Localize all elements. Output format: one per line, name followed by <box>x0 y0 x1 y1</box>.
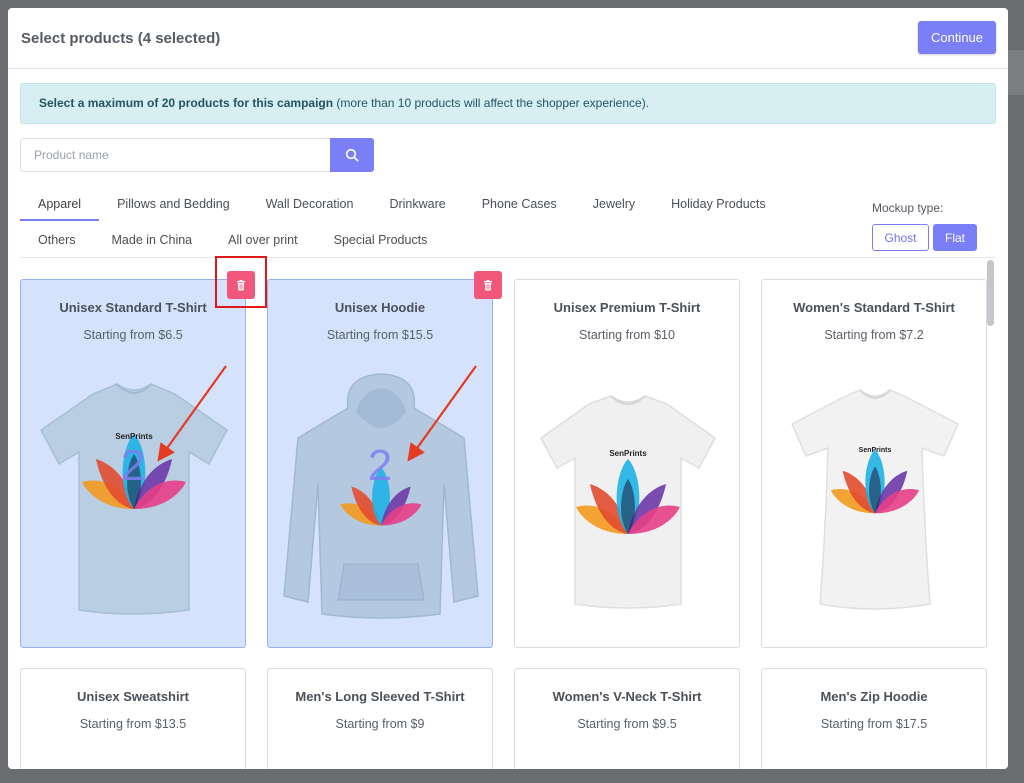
tab-special-products[interactable]: Special Products <box>316 223 446 257</box>
modal-title: Select products (4 selected) <box>21 30 221 47</box>
select-products-modal: Select products (4 selected) Continue Se… <box>8 8 1008 769</box>
tab-phone-cases[interactable]: Phone Cases <box>464 187 575 221</box>
hoodie-image <box>283 373 479 619</box>
search-icon <box>345 148 359 162</box>
category-tabs-row-2: Others Made in China All over print Spec… <box>20 223 445 257</box>
trash-icon <box>484 279 492 290</box>
product-price: Starting from $6.5 <box>83 328 183 342</box>
product-price: Starting from $13.5 <box>79 717 187 731</box>
scrollbar-thumb[interactable] <box>987 260 994 326</box>
product-card-mens-zip-hoodie[interactable]: Men's Zip Hoodie Starting from $17.5 <box>761 668 987 769</box>
product-name: Men's Long Sleeved T-Shirt <box>295 689 465 704</box>
alert-bold-text: Select a maximum of 20 products for this… <box>39 96 334 110</box>
product-price: Starting from $15.5 <box>326 328 434 342</box>
mockup-flat-button[interactable]: Flat <box>933 224 977 251</box>
product-limit-alert: Select a maximum of 20 products for this… <box>20 83 996 124</box>
tab-drinkware[interactable]: Drinkware <box>371 187 463 221</box>
product-price: Starting from $17.5 <box>820 717 928 731</box>
alert-text: (more than 10 products will affect the s… <box>333 96 650 110</box>
background-strip <box>1008 50 1024 95</box>
tabs-divider <box>20 257 996 258</box>
search-input[interactable] <box>20 138 330 172</box>
product-price: Starting from $9 <box>335 717 425 731</box>
product-card-unisex-sweatshirt[interactable]: Unisex Sweatshirt Starting from $13.5 <box>20 668 246 769</box>
tshirt-image: SenPrints <box>540 395 716 609</box>
continue-button[interactable]: Continue <box>918 21 996 54</box>
mockup-type-toggle: Ghost Flat <box>872 224 977 251</box>
tab-all-over-print[interactable]: All over print <box>210 223 315 257</box>
product-card-unisex-hoodie[interactable]: Unisex Hoodie Starting from $15.5 <box>267 279 493 648</box>
mockup-ghost-button[interactable]: Ghost <box>872 224 929 251</box>
product-card-mens-long-sleeved-t-shirt[interactable]: Men's Long Sleeved T-Shirt Starting from… <box>267 668 493 769</box>
tab-pillows-and-bedding[interactable]: Pillows and Bedding <box>99 187 248 221</box>
tab-wall-decoration[interactable]: Wall Decoration <box>248 187 372 221</box>
product-name: Women's V-Neck T-Shirt <box>552 689 702 704</box>
modal-header: Select products (4 selected) Continue <box>8 8 1008 69</box>
tab-others[interactable]: Others <box>20 223 94 257</box>
product-name: Unisex Standard T-Shirt <box>59 300 207 315</box>
product-card-unisex-premium-t-shirt[interactable]: Unisex Premium T-Shirt Starting from $10… <box>514 279 740 648</box>
tshirt-image: SenPrints <box>791 389 959 610</box>
product-card-womens-standard-t-shirt[interactable]: Women's Standard T-Shirt Starting from $… <box>761 279 987 648</box>
tshirt-image: SenPrints <box>40 383 228 615</box>
mockup-type-label: Mockup type: <box>872 201 944 215</box>
tab-jewelry[interactable]: Jewelry <box>575 187 653 221</box>
annotation-highlight-box <box>215 256 267 308</box>
product-price: Starting from $10 <box>579 328 675 342</box>
product-price: Starting from $9.5 <box>577 717 677 731</box>
remove-product-button[interactable] <box>474 271 502 299</box>
tab-apparel[interactable]: Apparel <box>20 187 100 221</box>
search-button[interactable] <box>330 138 374 172</box>
product-card-womens-v-neck-t-shirt[interactable]: Women's V-Neck T-Shirt Starting from $9.… <box>514 668 740 769</box>
product-name: Women's Standard T-Shirt <box>793 300 955 315</box>
product-card-unisex-standard-t-shirt[interactable]: Unisex Standard T-Shirt Starting from $6… <box>20 279 246 648</box>
product-name: Unisex Hoodie <box>334 300 426 315</box>
print-logo-text: SenPrints <box>115 432 153 441</box>
product-name: Unisex Sweatshirt <box>77 689 189 704</box>
product-search <box>20 138 374 172</box>
product-price: Starting from $7.2 <box>824 328 924 342</box>
tab-made-in-china[interactable]: Made in China <box>94 223 211 257</box>
category-tabs-row-1: Apparel Pillows and Bedding Wall Decorat… <box>20 187 784 221</box>
product-name: Men's Zip Hoodie <box>820 689 928 704</box>
tab-holiday-products[interactable]: Holiday Products <box>653 187 784 221</box>
product-name: Unisex Premium T-Shirt <box>553 300 701 315</box>
print-logo-text: SenPrints <box>609 449 647 458</box>
